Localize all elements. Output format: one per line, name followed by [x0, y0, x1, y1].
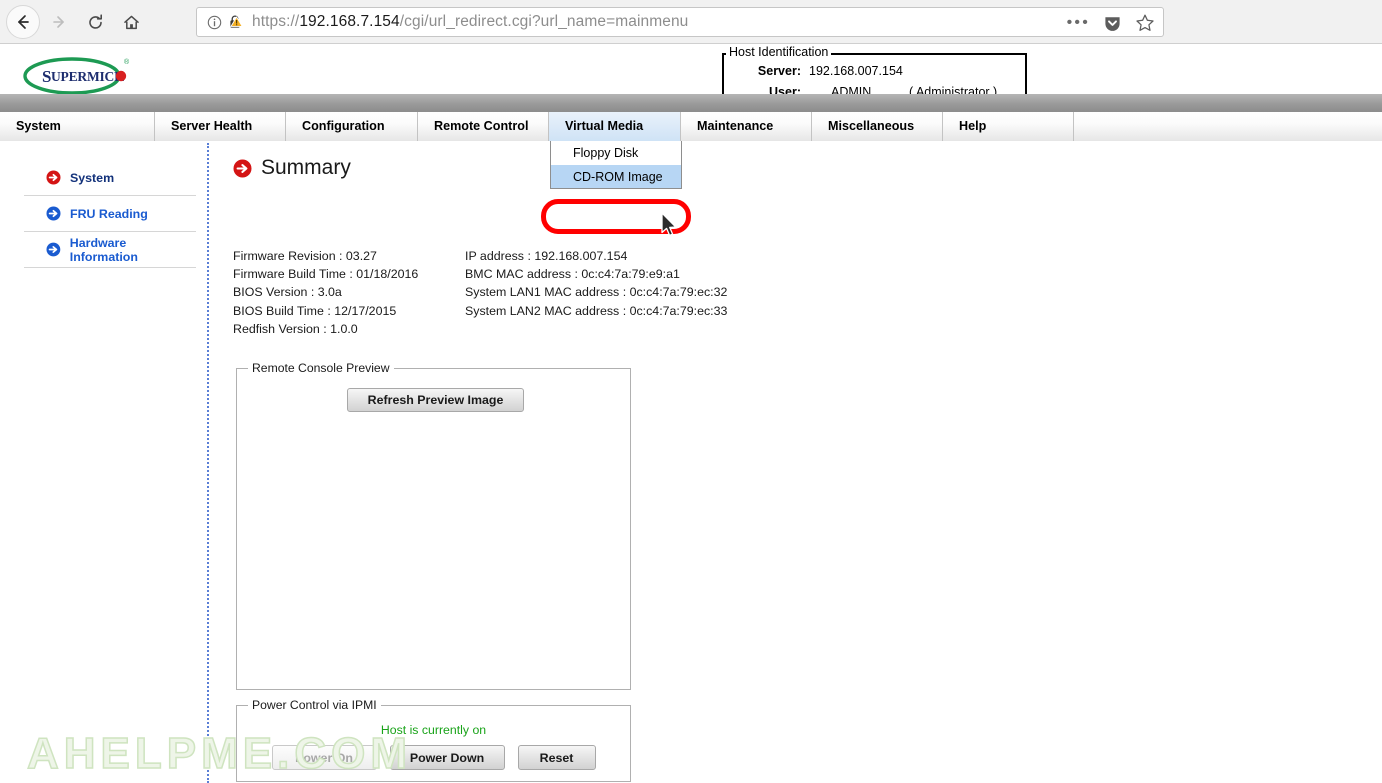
pocket-save-icon[interactable]	[1103, 14, 1122, 33]
host-server-label: Server:	[757, 64, 801, 78]
system-info-left-column: Firmware Revision : 03.27 Firmware Build…	[233, 247, 465, 338]
ellipsis-icon[interactable]: •••	[1067, 15, 1090, 31]
sidebar-nav: System FRU Reading Hardware Information	[24, 160, 196, 268]
back-button[interactable]	[6, 5, 40, 39]
url-host: 192.168.7.154	[299, 13, 400, 30]
refresh-preview-image-button[interactable]: Refresh Preview Image	[347, 388, 524, 412]
info-bios-build-time: BIOS Build Time : 12/17/2015	[233, 303, 397, 318]
power-control-legend: Power Control via IPMI	[248, 698, 381, 712]
menu-top-strip	[0, 94, 1382, 112]
info-bmc-mac-address: BMC MAC address : 0c:c4:7a:79:e9:a1	[465, 267, 680, 282]
blue-arrow-circle-icon	[46, 242, 61, 257]
home-button[interactable]	[114, 5, 148, 39]
forward-arrow-icon	[53, 16, 64, 28]
menu-tab-remote-control[interactable]: Remote Control	[418, 112, 549, 141]
back-arrow-icon	[18, 15, 29, 29]
info-circle-icon[interactable]	[207, 15, 222, 30]
url-text: https://192.168.7.154/cgi/url_redirect.c…	[252, 13, 688, 31]
url-scheme: https://	[252, 13, 300, 30]
browser-navigation-buttons	[0, 0, 148, 44]
info-firmware-revision: Firmware Revision : 03.27	[233, 249, 377, 263]
menu-tab-maintenance[interactable]: Maintenance	[681, 112, 812, 141]
main-menubar: System Server Health Configuration Remot…	[0, 112, 1382, 141]
sidebar-item-fru-reading[interactable]: FRU Reading	[24, 196, 196, 232]
host-server-row: Server: 192.168.007.154	[724, 61, 1025, 82]
info-lan1-mac-address: System LAN1 MAC address : 0c:c4:7a:79:ec…	[465, 285, 728, 300]
svg-text:®: ®	[124, 58, 130, 66]
menu-tab-virtual-media[interactable]: Virtual Media	[549, 112, 681, 141]
host-server-value: 192.168.007.154	[809, 64, 903, 78]
menu-tab-system[interactable]: System	[0, 112, 155, 141]
dropdown-item-cdrom-image[interactable]: CD-ROM Image	[551, 165, 681, 188]
info-firmware-build-time: Firmware Build Time : 01/18/2016	[233, 267, 419, 282]
reload-button[interactable]	[78, 5, 112, 39]
sidebar-item-system[interactable]: System	[24, 160, 196, 196]
red-arrow-circle-icon	[233, 159, 252, 177]
sidebar-divider	[207, 143, 209, 783]
red-arrow-circle-icon	[46, 170, 61, 185]
main-content: Summary	[233, 156, 1333, 180]
info-bios-version: BIOS Version : 3.0a	[233, 285, 342, 300]
ipmi-web-page: S UPERMICR ® Server: 192.168.007.154 Use…	[0, 44, 1382, 783]
svg-text:UPERMICR: UPERMICR	[51, 69, 124, 84]
url-bar[interactable]: https://192.168.7.154/cgi/url_redirect.c…	[196, 7, 1164, 37]
blue-arrow-circle-icon	[46, 206, 61, 221]
host-identification-legend: Host Identification	[726, 45, 832, 59]
menu-tab-configuration[interactable]: Configuration	[286, 112, 418, 141]
page-title-row: Summary	[233, 156, 1333, 180]
sidebar-item-hardware-information[interactable]: Hardware Information	[24, 232, 196, 268]
remote-console-preview-legend: Remote Console Preview	[248, 361, 394, 375]
reload-icon	[88, 13, 102, 29]
insecure-lock-warning-icon[interactable]	[227, 14, 243, 30]
svg-text:S: S	[42, 67, 51, 86]
reset-button[interactable]: Reset	[517, 745, 596, 770]
info-lan2-mac-address: System LAN2 MAC address : 0c:c4:7a:79:ec…	[465, 303, 728, 318]
info-ip-address: IP address : 192.168.007.154	[465, 249, 628, 263]
star-bookmark-icon[interactable]	[1135, 13, 1155, 33]
page-title: Summary	[261, 156, 351, 179]
remote-console-preview-panel: Remote Console Preview Refresh Preview I…	[236, 361, 631, 690]
mouse-cursor-icon	[661, 212, 677, 237]
site-watermark: AHELPME.COM	[26, 728, 412, 779]
menu-tab-help[interactable]: Help	[943, 112, 1074, 141]
sidebar-item-label: FRU Reading	[70, 206, 148, 221]
urlbar-action-icons: •••	[1067, 8, 1155, 38]
info-redfish-version: Redfish Version : 1.0.0	[233, 321, 358, 336]
sidebar-item-label: Hardware Information	[69, 235, 138, 264]
dropdown-item-floppy-disk[interactable]: Floppy Disk	[551, 141, 681, 165]
url-path: /cgi/url_redirect.cgi?url_name=mainmenu	[399, 13, 689, 30]
system-info-right-column: IP address : 192.168.007.154 BMC MAC add…	[465, 247, 727, 338]
system-info-grid: Firmware Revision : 03.27 Firmware Build…	[233, 247, 727, 338]
home-icon	[123, 15, 139, 29]
menu-tab-miscellaneous[interactable]: Miscellaneous	[812, 112, 943, 141]
virtual-media-dropdown: Floppy Disk CD-ROM Image	[550, 141, 682, 189]
forward-button	[42, 5, 76, 39]
browser-chrome: https://192.168.7.154/cgi/url_redirect.c…	[0, 0, 1382, 44]
menubar-filler	[1074, 112, 1382, 141]
sidebar-item-label: System	[70, 170, 115, 185]
menu-tab-server-health[interactable]: Server Health	[155, 112, 286, 141]
site-identity-icons[interactable]	[197, 14, 252, 30]
host-identification-box: Server: 192.168.007.154 User: ADMIN ( Ad…	[722, 53, 1027, 99]
